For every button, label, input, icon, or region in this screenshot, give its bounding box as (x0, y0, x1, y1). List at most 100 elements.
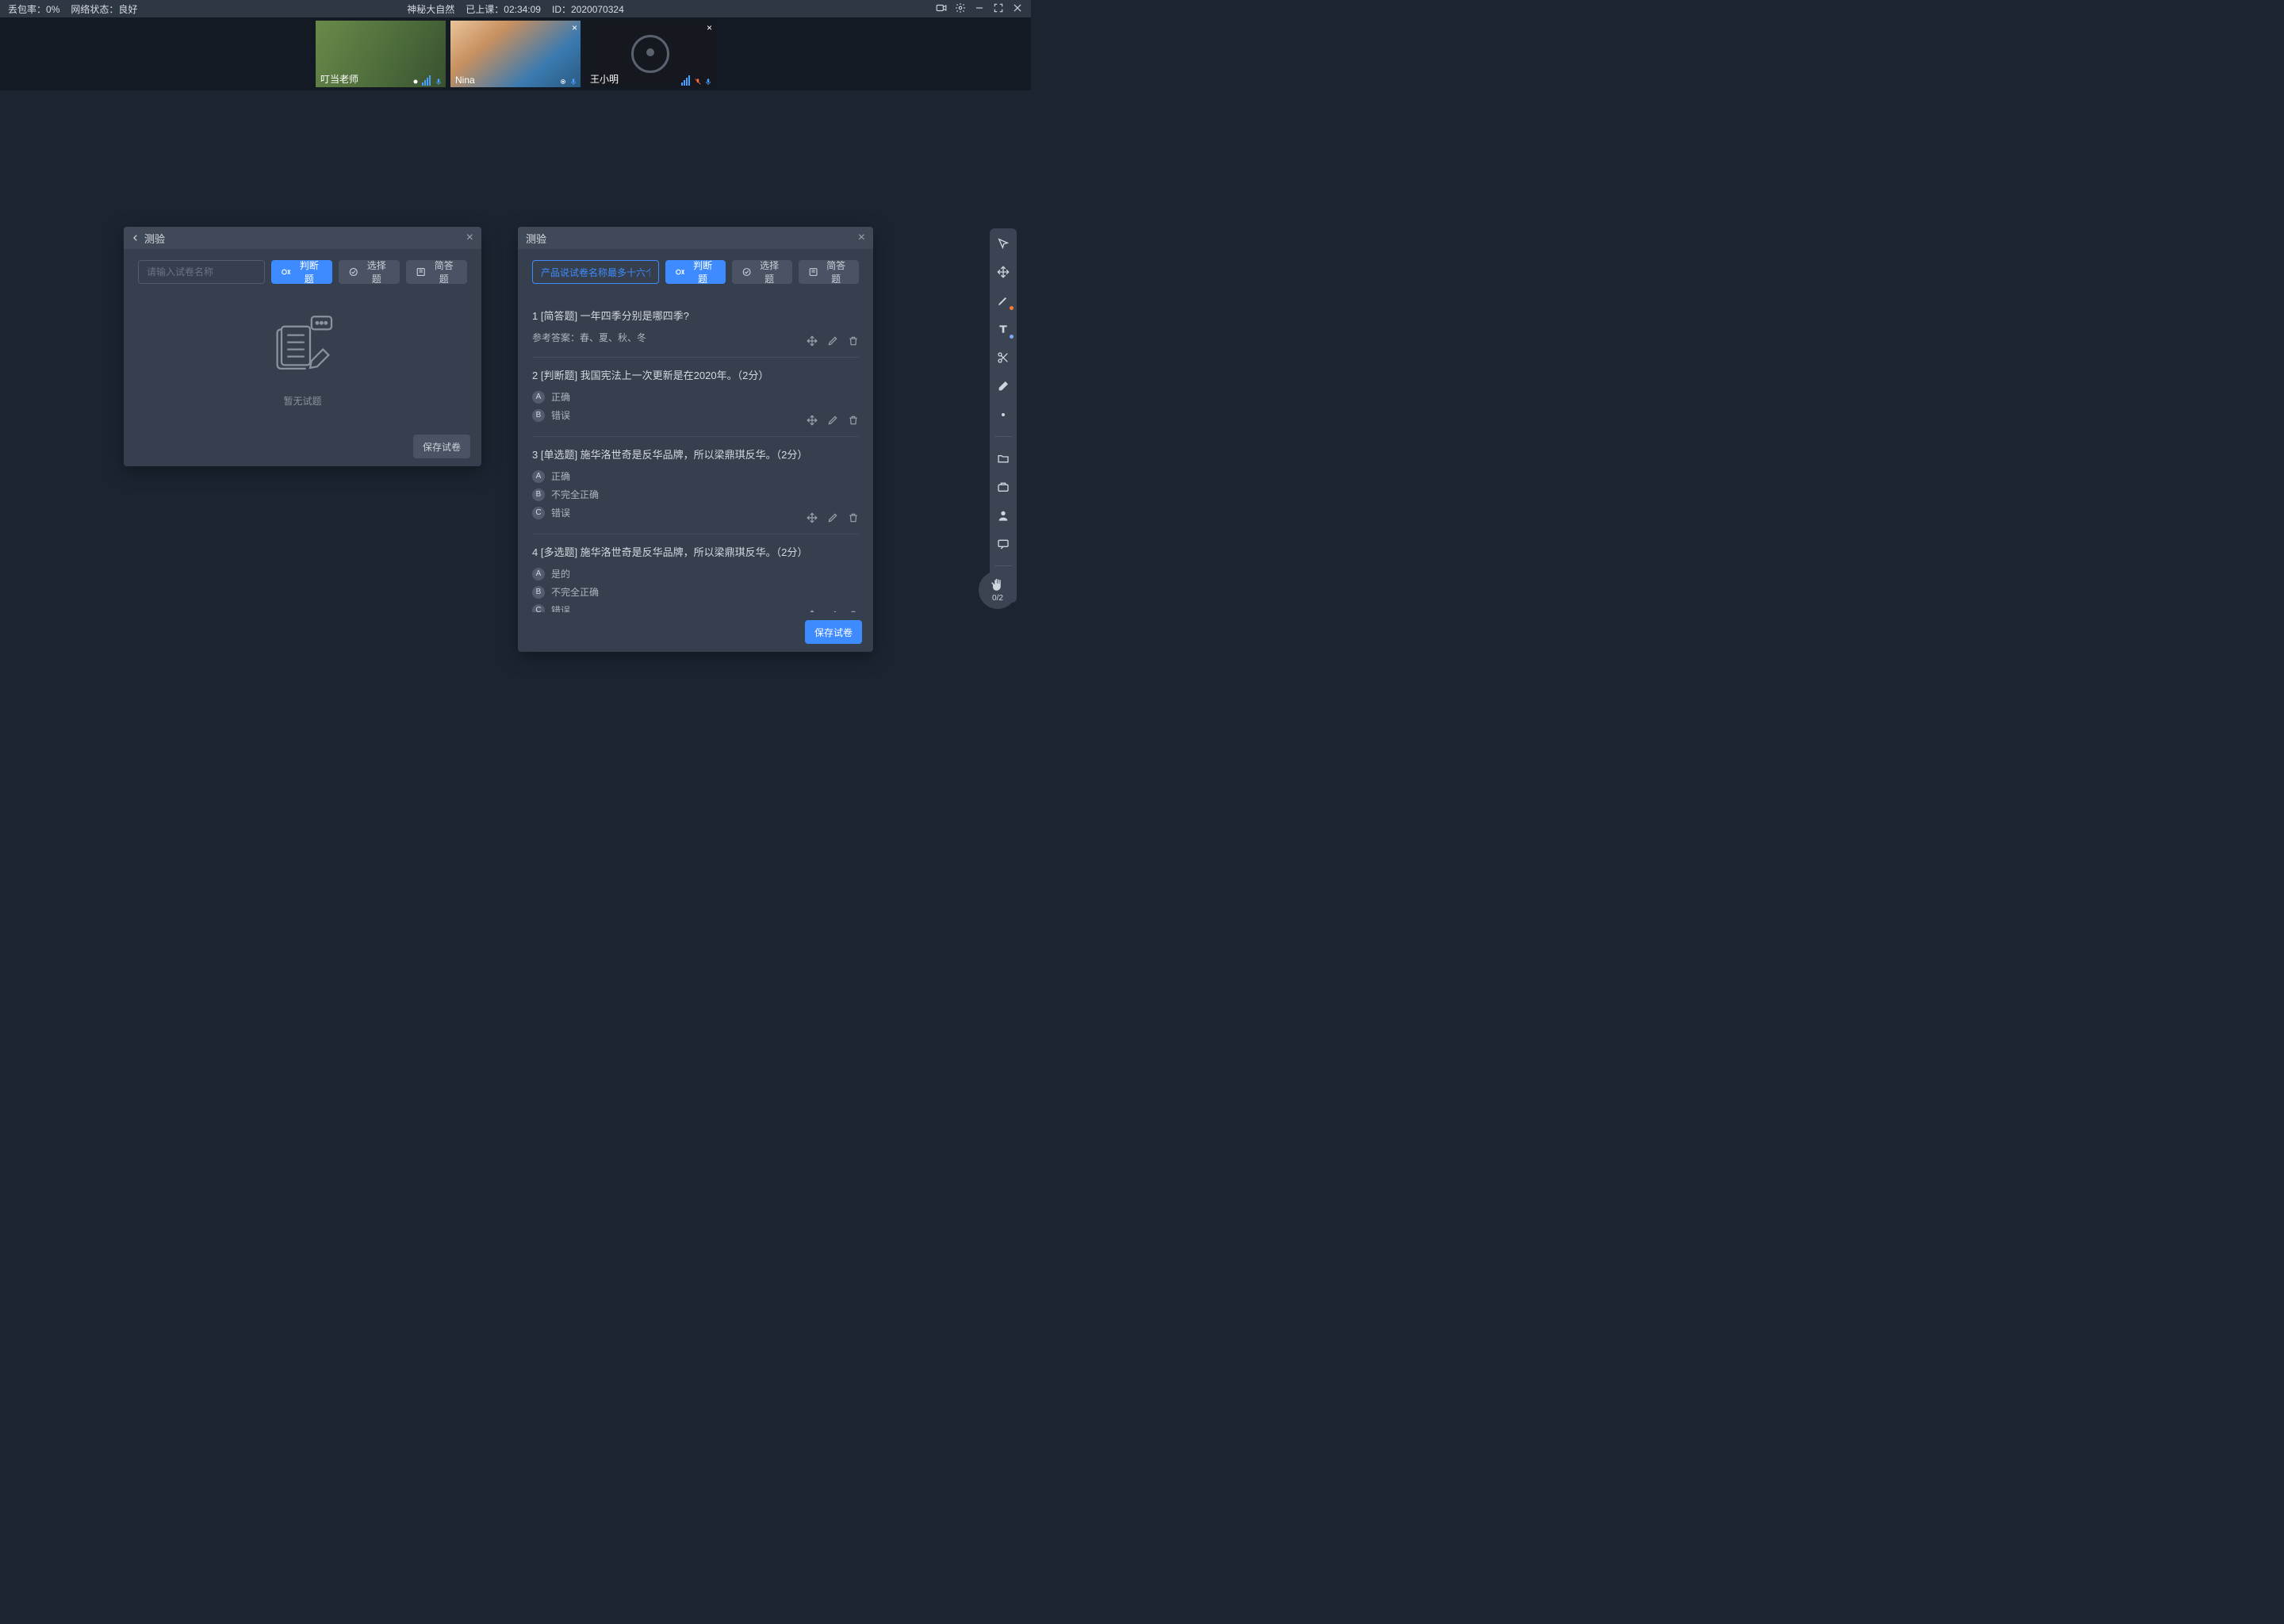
scissors-tool-icon[interactable] (994, 349, 1012, 366)
add-choice-button[interactable]: 选择题 (732, 260, 792, 284)
quiz-name-input[interactable] (532, 260, 659, 284)
toolbox-tool-icon[interactable] (994, 478, 1012, 496)
course-name: 神秘大自然 (407, 2, 454, 16)
save-quiz-button[interactable]: 保存试卷 (805, 620, 862, 644)
edit-icon[interactable] (827, 610, 838, 612)
option-letter: A (532, 470, 545, 483)
move-icon[interactable] (807, 512, 818, 526)
panel-title: 测验 (144, 231, 165, 246)
move-icon[interactable] (807, 415, 818, 428)
question-option[interactable]: A正确 (532, 469, 859, 483)
mic-icon (704, 78, 712, 86)
add-judge-button[interactable]: 判断题 (271, 260, 332, 284)
save-quiz-button[interactable]: 保存试卷 (413, 435, 470, 458)
question-option[interactable]: A正确 (532, 390, 859, 404)
edit-icon[interactable] (827, 512, 838, 526)
question-block: 3 [单选题] 施华洛世奇是反华品牌，所以梁鼎琪反华。（2分）A正确B不完全正确… (532, 437, 859, 534)
close-icon[interactable] (1012, 2, 1023, 16)
option-letter: B (532, 409, 545, 422)
back-icon[interactable] (132, 232, 140, 244)
laser-tool-icon[interactable] (994, 406, 1012, 423)
hand-count: 0/2 (992, 594, 1003, 603)
minimize-icon[interactable] (974, 2, 985, 16)
hand-icon (991, 578, 1005, 592)
question-header: 2 [判断题] 我国宪法上一次更新是在2020年。（2分） (532, 367, 859, 382)
move-icon[interactable] (807, 335, 818, 349)
question-header: 4 [多选题] 施华洛世奇是反华品牌，所以梁鼎琪反华。（2分） (532, 544, 859, 559)
hand-raise-counter[interactable]: 0/2 (979, 571, 1017, 609)
move-icon[interactable] (807, 610, 818, 612)
question-actions (807, 335, 859, 349)
edit-icon[interactable] (827, 335, 838, 349)
fullscreen-icon[interactable] (993, 2, 1004, 16)
chat-tool-icon[interactable] (994, 535, 1012, 553)
folder-tool-icon[interactable] (994, 450, 1012, 467)
video-name-label: Nina (455, 75, 475, 86)
option-text: 正确 (551, 390, 570, 404)
empty-state: 暂无试题 (124, 311, 481, 408)
text-tool-icon[interactable] (994, 320, 1012, 338)
option-text: 不完全正确 (551, 488, 599, 501)
pointer-tool-icon[interactable] (994, 235, 1012, 252)
video-tile-student-1[interactable]: × Nina (450, 21, 581, 87)
settings-icon[interactable] (955, 2, 966, 16)
question-block: 2 [判断题] 我国宪法上一次更新是在2020年。（2分）A正确B错误 (532, 358, 859, 437)
quiz-panel-filled: 测验 × 判断题 选择题 简答题 1 [简答题] 一年四季分别是哪四季?参考答案… (518, 227, 873, 652)
delete-icon[interactable] (848, 610, 859, 612)
question-option[interactable]: A是的 (532, 567, 859, 580)
video-close-icon[interactable]: × (572, 22, 577, 33)
option-letter: C (532, 507, 545, 519)
option-text: 不完全正确 (551, 585, 599, 599)
network-status: 网络状态：良好 (71, 2, 137, 16)
question-block: 4 [多选题] 施华洛世奇是反华品牌，所以梁鼎琪反华。（2分） A是的 B 不完全正确… (532, 534, 859, 612)
eraser-tool-icon[interactable] (994, 377, 1012, 395)
camera-status-icon (559, 78, 567, 86)
empty-illustration-icon (267, 311, 339, 385)
quiz-panel-empty: 测验 × 判断题 选择题 简答题 暂无试题 (124, 227, 481, 466)
video-tile-teacher[interactable]: 叮当老师 (316, 21, 446, 87)
camera-off-icon (631, 35, 669, 73)
side-toolbar (990, 228, 1017, 603)
session-id: ID：2020070324 (552, 2, 624, 16)
mic-icon (569, 78, 577, 86)
top-center-info: 神秘大自然 已上课：02:34:09 ID：2020070324 (407, 2, 624, 16)
question-actions (807, 415, 859, 428)
delete-icon[interactable] (848, 415, 859, 428)
edit-icon[interactable] (827, 415, 838, 428)
camera-status-icon (412, 78, 420, 86)
question-header: 1 [简答题] 一年四季分别是哪四季? (532, 308, 859, 323)
delete-icon[interactable] (848, 335, 859, 349)
window-controls (936, 2, 1023, 16)
add-judge-button[interactable]: 判断题 (665, 260, 726, 284)
close-icon[interactable]: × (858, 231, 865, 245)
question-option[interactable]: B 不完全正确 (532, 585, 859, 599)
close-icon[interactable]: × (466, 231, 473, 245)
add-short-button[interactable]: 简答题 (799, 260, 859, 284)
question-actions (807, 610, 859, 612)
option-text: 是的 (551, 567, 570, 580)
option-text: 错误 (551, 603, 570, 612)
video-close-icon[interactable]: × (707, 22, 712, 33)
video-tile-student-2[interactable]: × 王小明 (585, 21, 715, 87)
mic-icon (435, 78, 443, 86)
top-left-stats: 丢包率：0% 网络状态：良好 (8, 2, 137, 16)
question-option[interactable]: B 不完全正确 (532, 488, 859, 501)
packet-loss: 丢包率：0% (8, 2, 59, 16)
delete-icon[interactable] (848, 512, 859, 526)
quiz-name-input[interactable] (138, 260, 265, 284)
add-choice-button[interactable]: 选择题 (339, 260, 400, 284)
quiz-toolbar: 判断题 选择题 简答题 (518, 249, 873, 295)
option-letter: B (532, 586, 545, 599)
question-block: 1 [简答题] 一年四季分别是哪四季?参考答案：春、夏、秋、冬 (532, 298, 859, 358)
move-tool-icon[interactable] (994, 263, 1012, 281)
signal-icon (681, 75, 690, 86)
option-letter: C (532, 604, 545, 613)
pen-tool-icon[interactable] (994, 292, 1012, 309)
camera-icon[interactable] (936, 2, 947, 16)
question-actions (807, 512, 859, 526)
empty-text: 暂无试题 (283, 394, 321, 408)
question-list[interactable]: 1 [简答题] 一年四季分别是哪四季?参考答案：春、夏、秋、冬 2 [判断题] … (518, 295, 873, 612)
person-tool-icon[interactable] (994, 507, 1012, 524)
option-letter: B (532, 488, 545, 501)
add-short-button[interactable]: 简答题 (406, 260, 467, 284)
